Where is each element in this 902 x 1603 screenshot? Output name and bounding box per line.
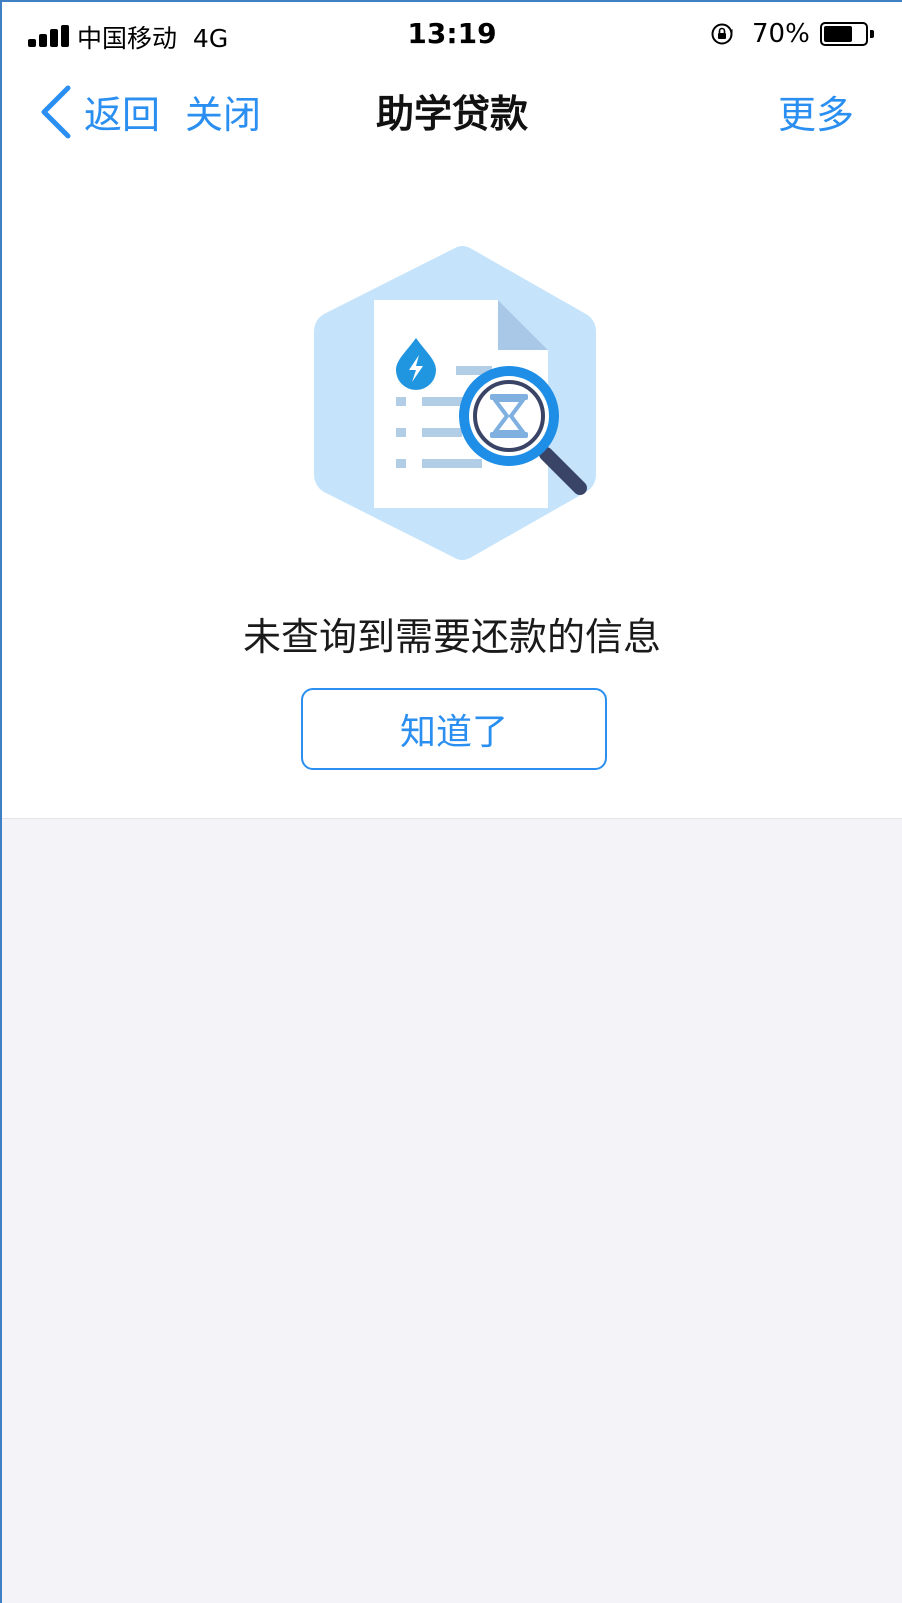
empty-state-card: 未查询到需要还款的信息 知道了: [2, 156, 902, 819]
document-search-icon: [314, 246, 596, 560]
rotation-lock-icon: [711, 23, 733, 45]
battery-icon: [820, 22, 868, 46]
battery-percent: 70%: [752, 19, 810, 49]
acknowledge-button[interactable]: 知道了: [301, 688, 607, 770]
empty-state-message: 未查询到需要还款的信息: [242, 615, 661, 659]
page-title: 助学贷款: [375, 92, 528, 136]
navigation-bar: 返回 关闭 助学贷款 更多: [2, 68, 902, 156]
more-button[interactable]: 更多: [778, 84, 854, 139]
battery-cap: [870, 30, 874, 38]
app-frame: 中国移动 4G 13:19 70% 返回 关闭 助学贷款 更多 未查询到需要还款…: [0, 0, 902, 1603]
battery-fill: [824, 26, 852, 42]
status-bar: 中国移动 4G 13:19 70%: [2, 2, 902, 68]
